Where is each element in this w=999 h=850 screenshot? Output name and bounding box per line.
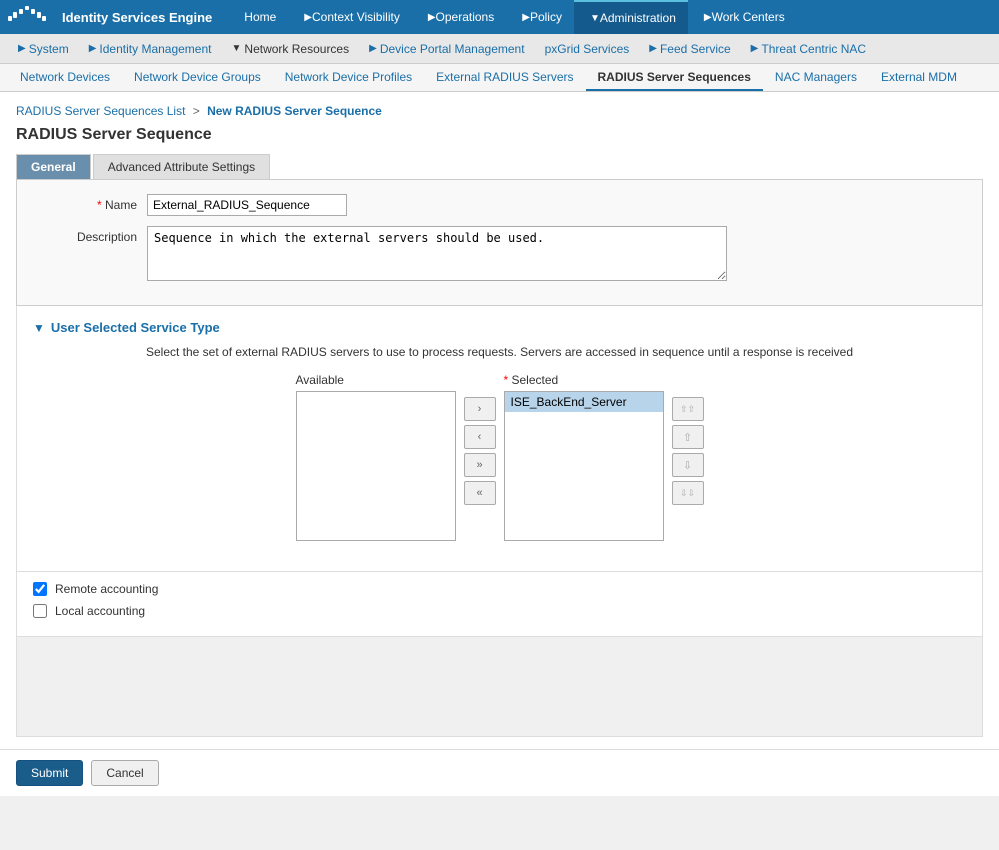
tab-network-device-profiles[interactable]: Network Device Profiles <box>273 64 424 91</box>
tab-general[interactable]: General <box>16 154 91 179</box>
remote-accounting-checkbox[interactable] <box>33 582 47 596</box>
nav-home[interactable]: Home <box>232 0 288 34</box>
section-collapse-icon: ▼ <box>33 321 45 335</box>
order-buttons: ⇧⇧ ⇧ ⇩ ⇩⇩ <box>672 373 704 505</box>
third-nav-bar: Network Devices Network Device Groups Ne… <box>0 64 999 92</box>
checkbox-section: Remote accounting Local accounting <box>16 572 983 637</box>
second-nav-pxgrid[interactable]: pxGrid Services <box>535 34 640 63</box>
name-label: * Name <box>37 194 147 212</box>
tab-network-device-groups[interactable]: Network Device Groups <box>122 64 273 91</box>
section-title: User Selected Service Type <box>51 320 220 335</box>
selected-list[interactable]: ISE_BackEnd_Server <box>504 391 664 541</box>
form-tabs: General Advanced Attribute Settings <box>16 154 983 179</box>
breadcrumb: RADIUS Server Sequences List > New RADIU… <box>16 104 983 118</box>
selected-list-item[interactable]: ISE_BackEnd_Server <box>505 392 663 412</box>
move-bottom-button[interactable]: ⇩⇩ <box>672 481 704 505</box>
nav-context-visibility[interactable]: ▶Context Visibility <box>288 0 412 34</box>
nav-administration[interactable]: ▼Administration <box>574 0 688 34</box>
description-textarea[interactable]: Sequence in which the external servers s… <box>147 226 727 281</box>
nav-work-centers[interactable]: ▶Work Centers <box>688 0 797 34</box>
section-description: Select the set of external RADIUS server… <box>33 345 966 359</box>
move-left-button[interactable]: ‹ <box>464 425 496 449</box>
transfer-container: Available › ‹ » « * Selected ISE_BackEnd… <box>33 373 966 541</box>
transfer-buttons: › ‹ » « <box>464 373 496 505</box>
section-header[interactable]: ▼ User Selected Service Type <box>33 320 966 335</box>
selected-label: * Selected <box>504 373 664 387</box>
second-nav-bar: ▶System ▶Identity Management ▼Network Re… <box>0 34 999 64</box>
name-row: * Name <box>37 194 962 216</box>
second-nav-identity-management[interactable]: ▶Identity Management <box>79 34 222 63</box>
available-list[interactable] <box>296 391 456 541</box>
move-right-button[interactable]: › <box>464 397 496 421</box>
general-form-section: * Name Description Sequence in which the… <box>16 179 983 306</box>
move-down-button[interactable]: ⇩ <box>672 453 704 477</box>
submit-button[interactable]: Submit <box>16 760 83 786</box>
user-selected-section: ▼ User Selected Service Type Select the … <box>16 306 983 572</box>
cisco-logo <box>8 6 52 28</box>
available-label: Available <box>296 373 456 387</box>
description-label: Description <box>37 226 147 244</box>
local-accounting-checkbox[interactable] <box>33 604 47 618</box>
local-accounting-row: Local accounting <box>33 604 966 618</box>
top-nav-items: Home ▶Context Visibility ▶Operations ▶Po… <box>232 0 796 34</box>
second-nav-threat-centric[interactable]: ▶Threat Centric NAC <box>741 34 876 63</box>
tab-external-radius-servers[interactable]: External RADIUS Servers <box>424 64 585 91</box>
second-nav-network-resources[interactable]: ▼Network Resources <box>222 34 360 63</box>
move-top-button[interactable]: ⇧⇧ <box>672 397 704 421</box>
local-accounting-label: Local accounting <box>55 604 145 618</box>
top-nav-bar: Identity Services Engine Home ▶Context V… <box>0 0 999 34</box>
name-input[interactable] <box>147 194 347 216</box>
tab-external-mdm[interactable]: External MDM <box>869 64 969 91</box>
breadcrumb-separator: > <box>193 104 203 118</box>
app-title: Identity Services Engine <box>62 10 212 25</box>
available-list-wrapper: Available <box>296 373 456 541</box>
move-all-right-button[interactable]: » <box>464 453 496 477</box>
second-nav-device-portal[interactable]: ▶Device Portal Management <box>359 34 534 63</box>
description-row: Description Sequence in which the extern… <box>37 226 962 281</box>
main-content: RADIUS Server Sequences List > New RADIU… <box>0 92 999 749</box>
tab-advanced[interactable]: Advanced Attribute Settings <box>93 154 270 179</box>
cancel-button[interactable]: Cancel <box>91 760 158 786</box>
footer-section <box>16 637 983 737</box>
page-title: RADIUS Server Sequence <box>16 126 983 144</box>
breadcrumb-parent-link[interactable]: RADIUS Server Sequences List <box>16 104 185 118</box>
nav-operations[interactable]: ▶Operations <box>412 0 506 34</box>
selected-list-wrapper: * Selected ISE_BackEnd_Server <box>504 373 664 541</box>
move-up-button[interactable]: ⇧ <box>672 425 704 449</box>
second-nav-feed-service[interactable]: ▶Feed Service <box>639 34 740 63</box>
tab-nac-managers[interactable]: NAC Managers <box>763 64 869 91</box>
bottom-buttons: Submit Cancel <box>0 749 999 796</box>
move-all-left-button[interactable]: « <box>464 481 496 505</box>
breadcrumb-current: New RADIUS Server Sequence <box>207 104 382 118</box>
remote-accounting-row: Remote accounting <box>33 582 966 596</box>
tab-network-devices[interactable]: Network Devices <box>8 64 122 91</box>
remote-accounting-label: Remote accounting <box>55 582 158 596</box>
tab-radius-server-sequences[interactable]: RADIUS Server Sequences <box>586 64 763 91</box>
nav-policy[interactable]: ▶Policy <box>506 0 574 34</box>
second-nav-system[interactable]: ▶System <box>8 34 79 63</box>
